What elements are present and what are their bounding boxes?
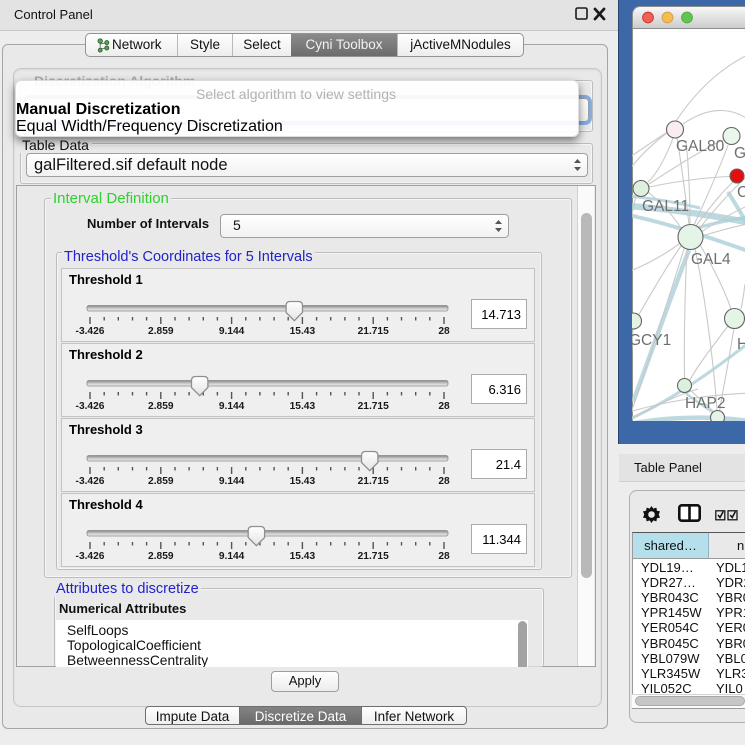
svg-text:28: 28 [438,476,450,487]
svg-text:2.859: 2.859 [148,551,174,562]
svg-text:GAL11: GAL11 [642,198,689,215]
svg-text:15.43: 15.43 [290,476,316,487]
svg-text:21.715: 21.715 [358,326,389,337]
svg-text:28: 28 [438,326,450,337]
svg-text:9.144: 9.144 [219,401,245,412]
svg-text:9.144: 9.144 [219,551,245,562]
svg-text:21.715: 21.715 [358,401,389,412]
svg-text:C: C [737,184,745,201]
svg-text:15.43: 15.43 [290,326,316,337]
svg-text:2.859: 2.859 [148,326,174,337]
svg-text:21.715: 21.715 [358,551,389,562]
svg-text:2.859: 2.859 [148,476,174,487]
svg-text:28: 28 [438,401,450,412]
svg-text:GA: GA [734,145,745,162]
svg-text:28: 28 [438,551,450,562]
svg-text:GAL80: GAL80 [676,138,725,155]
svg-text:15.43: 15.43 [290,401,316,412]
svg-text:GAL4: GAL4 [691,251,731,268]
svg-text:GCY1: GCY1 [632,332,671,349]
svg-text:-3.426: -3.426 [76,551,105,562]
svg-text:21.715: 21.715 [358,476,389,487]
svg-text:HAP2: HAP2 [685,395,726,412]
svg-text:-3.426: -3.426 [76,326,105,337]
svg-text:-3.426: -3.426 [76,401,105,412]
svg-text:15.43: 15.43 [290,551,316,562]
svg-text:H: H [737,336,745,353]
svg-text:-3.426: -3.426 [76,476,105,487]
svg-text:9.144: 9.144 [219,476,245,487]
svg-text:2.859: 2.859 [148,401,174,412]
svg-text:9.144: 9.144 [219,326,245,337]
